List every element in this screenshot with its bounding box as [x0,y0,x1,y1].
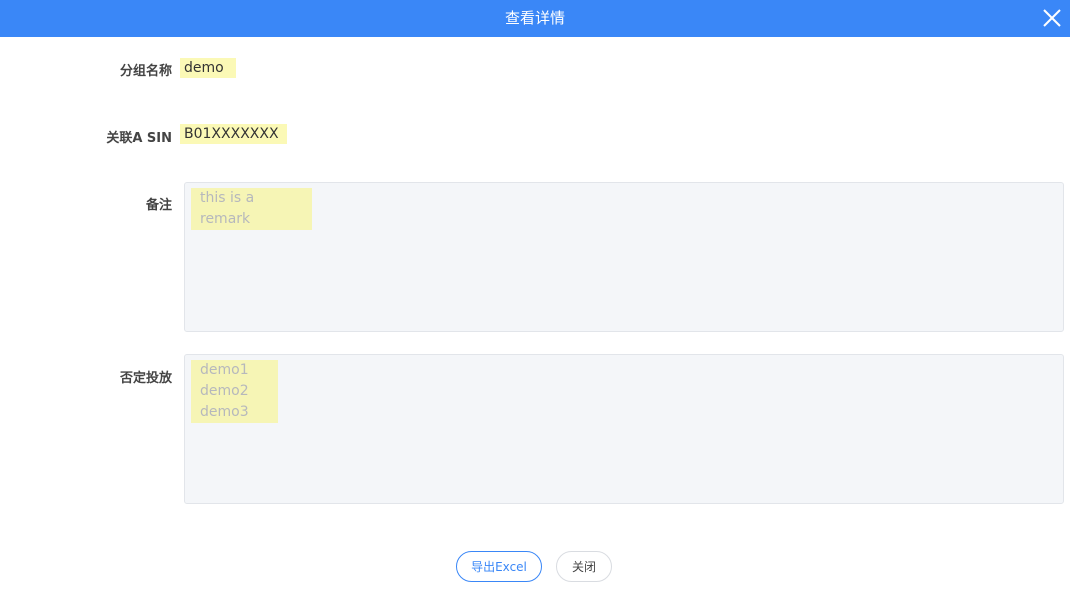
close-button[interactable]: 关闭 [556,551,612,582]
related-asin-label: 关联A SIN [106,131,172,146]
remark-text: this is a remark [191,188,312,230]
negative-targeting-textarea[interactable]: demo1 demo2 demo3 [184,354,1064,504]
group-name-value: demo [180,58,236,78]
dialog-title: 查看详情 [504,9,565,27]
negative-targeting-list: demo1 demo2 demo3 [191,360,278,423]
group-name-label: 分组名称 [119,64,172,79]
remark-textarea[interactable]: this is a remark [184,182,1064,332]
dialog-header: 查看详情 [0,0,1070,37]
remark-label: 备注 [145,198,172,213]
list-item: demo1 [200,362,249,378]
negative-targeting-label: 否定投放 [119,371,172,386]
close-icon[interactable] [1042,8,1062,28]
export-excel-button[interactable]: 导出Excel [456,551,542,582]
list-item: demo2 [200,383,249,399]
list-item: demo3 [200,404,249,420]
related-asin-value: B01XXXXXXX [180,124,287,144]
